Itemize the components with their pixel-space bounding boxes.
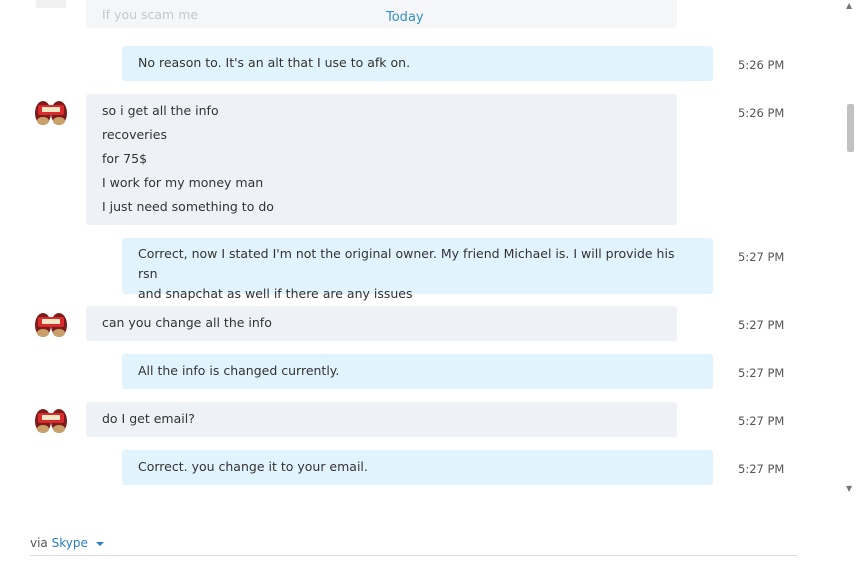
message-outgoing[interactable]: Correct. you change it to your email. xyxy=(122,450,713,485)
message-text: can you change all the info xyxy=(102,315,272,330)
message-outgoing[interactable]: No reason to. It's an alt that I use to … xyxy=(122,46,713,81)
message-text: Correct. you change it to your email. xyxy=(138,459,368,474)
message-line: and snapchat as well if there are any is… xyxy=(138,286,413,301)
message-timestamp: 5:27 PM xyxy=(738,366,785,380)
message-timestamp: 5:26 PM xyxy=(738,58,785,72)
service-link[interactable]: Skype xyxy=(52,536,88,550)
chat-history: If you scam me Today No reason to. It's … xyxy=(0,0,844,500)
footer-divider xyxy=(30,555,797,556)
message-text: No reason to. It's an alt that I use to … xyxy=(138,55,411,70)
message-service-selector[interactable]: via Skype xyxy=(30,536,104,550)
message-timestamp: 5:27 PM xyxy=(738,462,785,476)
message-line: I work for my money man xyxy=(102,175,264,190)
message-timestamp: 5:27 PM xyxy=(738,318,785,332)
message-line: recoveries xyxy=(102,127,167,142)
faded-previous-message: If you scam me xyxy=(36,0,677,28)
message-incoming[interactable]: do I get email? xyxy=(86,402,677,437)
message-line: for 75$ xyxy=(102,151,148,166)
caret-down-icon[interactable] xyxy=(95,541,104,546)
scrollbar-thumb[interactable] xyxy=(847,104,854,152)
faded-message-text: If you scam me xyxy=(102,7,199,22)
message-line: so i get all the info xyxy=(102,103,219,118)
scroll-down-arrow-icon[interactable]: ▼ xyxy=(846,485,852,493)
message-timestamp: 5:27 PM xyxy=(738,250,785,264)
message-line: I just need something to do xyxy=(102,199,274,214)
contact-avatar-icon[interactable] xyxy=(34,309,68,339)
date-separator: Today xyxy=(386,10,424,25)
faded-avatar-icon xyxy=(36,0,66,8)
message-outgoing[interactable]: Correct, now I stated I'm not the origin… xyxy=(122,238,713,301)
message-text: do I get email? xyxy=(102,411,195,426)
message-incoming[interactable]: so i get all the info recoveries for 75$… xyxy=(86,94,677,225)
message-line: Correct, now I stated I'm not the origin… xyxy=(138,246,675,281)
scroll-up-arrow-icon[interactable]: ▲ xyxy=(846,2,852,10)
message-timestamp: 5:26 PM xyxy=(738,106,785,120)
message-incoming[interactable]: can you change all the info xyxy=(86,306,677,341)
chat-scrollbar[interactable]: ▲ ▼ xyxy=(844,0,856,500)
message-timestamp: 5:27 PM xyxy=(738,414,785,428)
message-text: All the info is changed currently. xyxy=(138,363,340,378)
contact-avatar-icon[interactable] xyxy=(34,405,68,435)
message-outgoing[interactable]: All the info is changed currently. xyxy=(122,354,713,389)
via-label: via xyxy=(30,536,48,550)
contact-avatar-icon[interactable] xyxy=(34,97,68,127)
